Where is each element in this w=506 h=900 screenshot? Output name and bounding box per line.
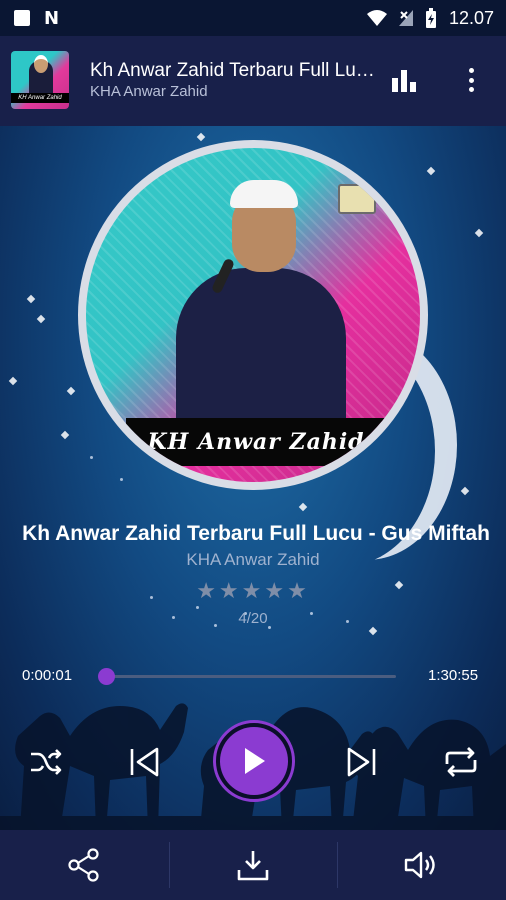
header-artist-name: KHA Anwar Zahid [90,83,208,100]
share-icon [68,848,99,882]
equalizer-icon[interactable] [392,70,416,92]
album-art: KH Anwar Zahid [86,148,420,482]
star-decoration [60,430,70,440]
skip-next-icon [347,747,376,777]
rating-stars[interactable]: ★★★★★ [0,578,506,604]
star-decoration [474,228,484,238]
status-bar: N 12.07 [0,0,506,36]
total-time: 1:30:55 [428,667,479,684]
previous-button[interactable] [120,738,168,786]
star-decoration [8,376,18,386]
download-icon [237,851,269,881]
play-icon [245,748,265,774]
download-button[interactable] [168,830,338,900]
star-decoration [26,294,36,304]
star-decoration [460,486,470,496]
notification-square-icon [14,10,30,26]
track-title: Kh Anwar Zahid Terbaru Full Lucu - Gus M… [22,522,490,545]
star-decoration [196,132,206,142]
status-time: 12.07 [448,7,494,28]
album-art-banner: KH Anwar Zahid [126,418,386,466]
volume-icon [404,851,435,879]
play-button[interactable] [213,720,295,802]
star-decoration [66,386,76,396]
battery-charging-icon [425,8,436,28]
skip-previous-icon [130,747,159,777]
wifi-icon [366,10,387,26]
star-decoration [368,626,378,636]
player-main: KH Anwar Zahid Kh Anwar Zahid Terbaru Fu… [0,126,506,830]
header-track-title: Kh Anwar Zahid Terbaru Full Lucu - Gus M… [90,60,375,81]
now-playing-header: KH Anwar Zahid Kh Anwar Zahid Terbaru Fu… [0,36,506,126]
volume-button[interactable] [337,830,506,900]
shuffle-button[interactable] [22,738,70,786]
seek-bar-thumb[interactable] [97,668,115,685]
cassette-icon [338,184,376,214]
shuffle-icon [31,749,62,775]
share-button[interactable] [0,830,169,900]
repeat-button[interactable] [436,738,486,786]
bottom-action-bar [0,830,506,900]
thumbnail-caption: KH Anwar Zahid [11,93,69,103]
next-button[interactable] [338,738,386,786]
no-signal-icon [398,10,413,26]
notification-n-icon: N [44,7,60,29]
current-time: 0:00:01 [22,667,73,684]
repeat-icon [445,747,477,777]
playlist-position: 4/20 [238,610,268,627]
more-options-icon[interactable] [468,68,474,92]
track-artist: KHA Anwar Zahid [186,550,320,569]
star-decoration [426,166,436,176]
seek-bar-track[interactable] [106,675,396,678]
album-thumbnail[interactable]: KH Anwar Zahid [11,51,69,109]
star-decoration [36,314,46,324]
